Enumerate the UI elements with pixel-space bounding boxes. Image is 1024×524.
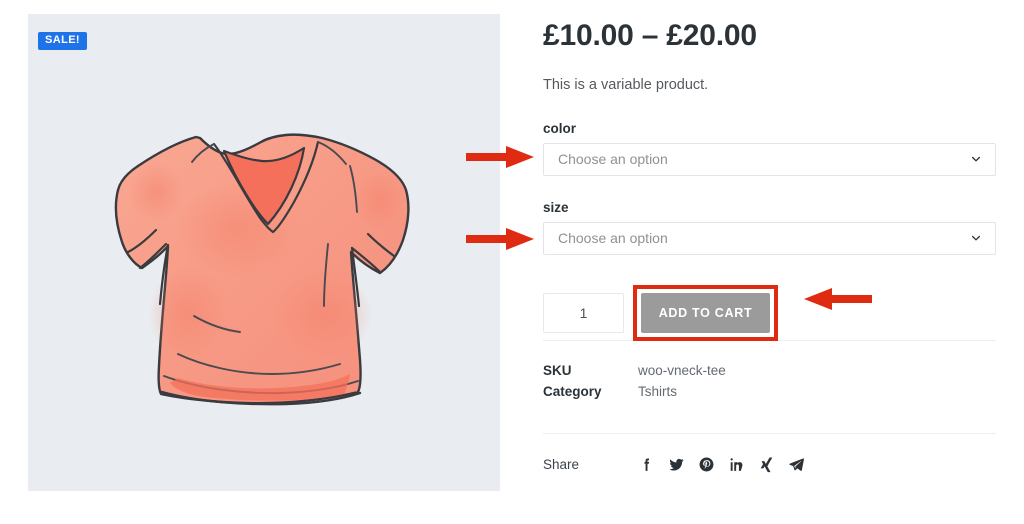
product-image[interactable] xyxy=(28,14,500,491)
meta-value-sku: woo-vneck-tee xyxy=(638,362,726,378)
sale-badge: SALE! xyxy=(38,32,87,50)
short-description: This is a variable product. xyxy=(543,77,709,93)
meta-key-category: Category xyxy=(543,383,602,399)
xing-icon[interactable] xyxy=(758,456,775,473)
share-icons xyxy=(638,456,805,473)
linkedin-icon[interactable] xyxy=(728,456,745,473)
add-to-cart-highlight: ADD TO CART xyxy=(633,284,778,341)
product-meta: SKU woo-vneck-tee Category Tshirts xyxy=(543,341,996,402)
telegram-icon[interactable] xyxy=(788,456,805,473)
twitter-icon[interactable] xyxy=(668,456,685,473)
facebook-icon[interactable] xyxy=(638,456,655,473)
size-select-value: Choose an option xyxy=(558,230,668,247)
meta-row-sku: SKU woo-vneck-tee xyxy=(543,360,996,381)
share-block: Share xyxy=(543,434,996,473)
product-gallery[interactable]: SALE! xyxy=(28,14,500,491)
cart-row: 1 ADD TO CART xyxy=(543,284,996,341)
chevron-down-icon xyxy=(972,157,980,162)
product-price: £10.00 – £20.00 xyxy=(543,19,757,52)
attribute-label-size: size xyxy=(543,199,569,215)
color-select-value: Choose an option xyxy=(558,151,668,168)
meta-row-category: Category Tshirts xyxy=(543,381,996,402)
size-select[interactable]: Choose an option xyxy=(543,221,996,255)
meta-value-category[interactable]: Tshirts xyxy=(638,381,677,402)
meta-key-sku: SKU xyxy=(543,362,572,378)
color-select[interactable]: Choose an option xyxy=(543,142,996,176)
product-summary: £10.00 – £20.00 This is a variable produ… xyxy=(543,14,996,473)
chevron-down-icon xyxy=(972,236,980,241)
pinterest-icon[interactable] xyxy=(698,456,715,473)
share-label: Share xyxy=(543,456,580,472)
add-to-cart-button[interactable]: ADD TO CART xyxy=(641,292,770,333)
quantity-input[interactable]: 1 xyxy=(543,292,624,333)
attribute-label-color: color xyxy=(543,120,577,136)
